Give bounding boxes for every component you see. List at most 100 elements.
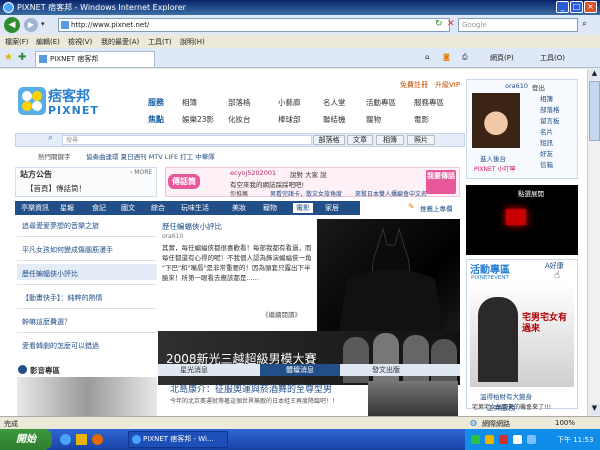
category-beauty[interactable]: 美妝: [232, 203, 246, 213]
left-link-2[interactable]: 平凡女孩如何變成傷腦筋漫手: [22, 245, 113, 255]
article-more[interactable]: 《繼續閱讀》: [262, 309, 301, 319]
forward-icon[interactable]: ▶: [24, 18, 38, 32]
user-name[interactable]: ora610: [505, 82, 528, 90]
search-field[interactable]: Google: [458, 18, 578, 32]
tray-icon-3[interactable]: [499, 435, 508, 444]
search-tab-blog[interactable]: 部落格: [313, 135, 345, 145]
tray-icon-4[interactable]: [513, 435, 522, 444]
favorites-star-icon[interactable]: ★: [4, 52, 13, 63]
vertical-scrollbar[interactable]: ▲ ▼: [587, 69, 600, 416]
video-thumbnail[interactable]: [17, 377, 157, 416]
biz-label[interactable]: 工商服務: [487, 403, 515, 413]
notice-text[interactable]: 【首頁】傳話筒！: [26, 183, 86, 194]
logout-link[interactable]: 登出: [532, 82, 545, 92]
menu-file[interactable]: 檔案(F): [5, 37, 29, 47]
tab-pixnet[interactable]: PIXNET 痞客邦: [35, 51, 155, 67]
service-blog[interactable]: 部落格: [228, 97, 251, 108]
print-icon[interactable]: ⎙: [462, 53, 468, 62]
model-contest-banner[interactable]: 2008新光三越超級男模大賽: [158, 331, 460, 385]
talk-recommend-text[interactable]: 男看完諸卡，散文女旅角度: [270, 189, 342, 198]
scroll-down-icon[interactable]: ▼: [589, 404, 600, 415]
user-link-blog[interactable]: 部落格: [540, 104, 560, 114]
refresh-icon[interactable]: ↻: [435, 19, 443, 29]
search-tab-photo[interactable]: 照片: [407, 135, 435, 145]
feeds-icon[interactable]: ◙: [443, 53, 450, 61]
category-chinese[interactable]: 國文: [121, 203, 135, 213]
start-button[interactable]: 開始: [0, 429, 52, 450]
user-link-friends[interactable]: 好友: [540, 148, 553, 158]
minimize-button[interactable]: _: [556, 1, 569, 13]
search-tab-article[interactable]: 文章: [347, 135, 373, 145]
left-link-5[interactable]: 幹嘛這麼費選？: [22, 317, 71, 327]
service-gallery[interactable]: 小藝廊: [278, 97, 301, 108]
site-search-input[interactable]: 搜尋: [62, 135, 312, 145]
tray-icon-1[interactable]: [471, 435, 480, 444]
search-tab-album[interactable]: 相簿: [376, 135, 404, 145]
recommend-column-link[interactable]: 推薦上專欄: [420, 203, 453, 213]
page-menu-button[interactable]: 網頁(P): [490, 53, 514, 63]
menu-favorites[interactable]: 我的最愛(A): [101, 37, 139, 47]
add-favorite-icon[interactable]: ✚: [18, 52, 26, 63]
search-icon[interactable]: ⌕: [582, 19, 587, 29]
talk-message[interactable]: 有空來我的網誌踩踩吧吧!: [230, 179, 304, 189]
left-link-4[interactable]: 【動畫快手】：純粹的熱情: [22, 293, 103, 303]
focus-links[interactable]: 聯結機: [323, 114, 346, 125]
bottom-tab-publish[interactable]: 發文出版: [372, 365, 400, 375]
back-icon[interactable]: ◀: [4, 17, 20, 33]
menu-edit[interactable]: 編輯(E): [36, 37, 60, 47]
user-link-card[interactable]: 名片: [540, 126, 553, 136]
category-news[interactable]: 亭樂資訊: [21, 203, 49, 213]
service-support[interactable]: 服務專區: [414, 97, 444, 108]
home-icon[interactable]: ⌂: [425, 53, 429, 61]
event-ad-image[interactable]: 宅男宅女有過來: [470, 283, 574, 387]
left-link-3[interactable]: 歷任蝙蝠俠小評比: [22, 269, 78, 279]
quicklaunch-ie-icon[interactable]: [60, 434, 71, 445]
enter-backend-link[interactable]: 進入後台: [480, 153, 506, 163]
service-hall[interactable]: 名人堂: [323, 97, 346, 108]
user-link-guestbook[interactable]: 留言板: [540, 115, 560, 125]
focus-entertainment[interactable]: 娛樂23影: [182, 114, 214, 125]
address-field[interactable]: http://www.pixnet.net/: [58, 18, 450, 32]
expand-ad-label[interactable]: 點選展開: [518, 188, 544, 198]
event-caption[interactable]: 溫得柏財有大變身: [480, 391, 532, 401]
article-title[interactable]: 歷任蝙蝠俠小評比: [162, 221, 222, 232]
user-link-mailbox[interactable]: 信箱: [540, 159, 553, 169]
headline-title[interactable]: 北島康介：征服奧運與菸酒舞的至尊型男: [170, 382, 332, 395]
zoom-text[interactable]: 100%: [555, 419, 575, 427]
talk-send-button[interactable]: 我要傳話: [426, 170, 456, 194]
close-button[interactable]: ×: [584, 1, 597, 13]
category-life[interactable]: 玩味生活: [181, 203, 209, 213]
upgrade-link[interactable]: 升級VIP: [435, 80, 460, 90]
bottom-tab-stars[interactable]: 星光消息: [180, 365, 208, 375]
scroll-up-icon[interactable]: ▲: [589, 69, 600, 80]
register-link[interactable]: 免費註冊: [400, 80, 428, 90]
menu-view[interactable]: 檢視(V): [68, 37, 92, 47]
pixnet-tip-link[interactable]: PIXNET 小叮嚀: [474, 164, 515, 173]
focus-baseball[interactable]: 棒球部: [278, 114, 301, 125]
bottom-tab-sports[interactable]: 體壇消息: [260, 364, 340, 376]
user-link-messages[interactable]: 短訊: [540, 137, 553, 147]
category-food[interactable]: 食記: [92, 203, 106, 213]
article-author[interactable]: ora610: [162, 233, 183, 240]
stop-icon[interactable]: ✕: [447, 19, 455, 29]
talk-user[interactable]: ecyoj5202001: [230, 169, 276, 177]
headline-photo[interactable]: [368, 381, 458, 416]
quicklaunch-desktop-icon[interactable]: [76, 434, 87, 445]
menu-help[interactable]: 說明(H): [180, 37, 205, 47]
tray-icon-2[interactable]: [485, 435, 494, 444]
taskbar-ie-item[interactable]: PIXNET 痞客邦 - Wi...: [128, 431, 228, 448]
focus-pets[interactable]: 寵物: [366, 114, 381, 125]
category-stars[interactable]: 星報: [60, 203, 74, 213]
category-pets[interactable]: 寵物: [263, 203, 277, 213]
tray-icon-5[interactable]: [527, 435, 536, 444]
tools-menu-button[interactable]: 工具(O): [540, 53, 565, 63]
user-avatar[interactable]: [472, 93, 520, 148]
recent-pages-icon[interactable]: ▾: [41, 20, 45, 28]
category-movies[interactable]: 電影: [293, 203, 313, 213]
maximize-button[interactable]: □: [570, 1, 583, 13]
focus-makeup[interactable]: 化妝台: [228, 114, 251, 125]
left-link-6[interactable]: 愛看韓劇的怎麼可以錯過: [22, 341, 99, 351]
quicklaunch-media-icon[interactable]: [92, 434, 103, 445]
clock[interactable]: 下午 11:53: [557, 435, 593, 445]
user-link-album[interactable]: 相簿: [540, 93, 553, 103]
